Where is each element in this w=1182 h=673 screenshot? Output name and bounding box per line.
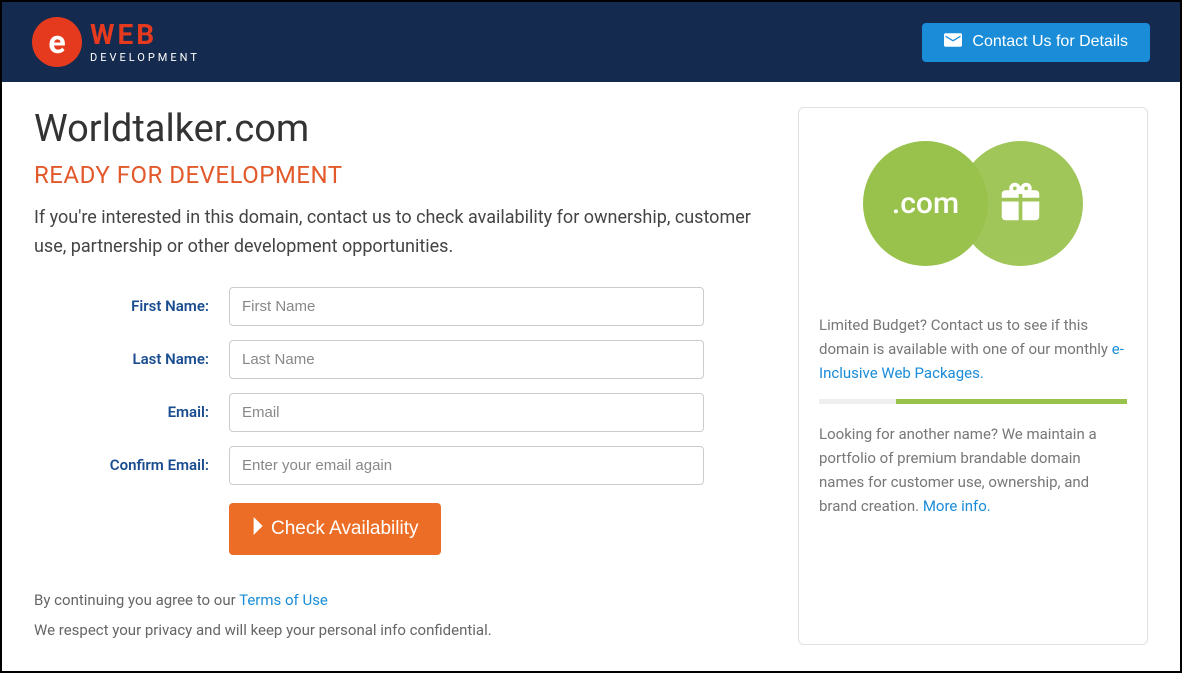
page-title: Worldtalker.com bbox=[34, 107, 768, 151]
caret-right-icon bbox=[251, 517, 263, 541]
envelope-icon bbox=[944, 33, 962, 52]
confirm-email-input[interactable] bbox=[229, 446, 704, 485]
first-name-input[interactable] bbox=[229, 287, 704, 326]
more-info-link[interactable]: More info. bbox=[923, 497, 991, 515]
gift-icon bbox=[998, 179, 1043, 228]
portfolio-text: Looking for another name? We maintain a … bbox=[819, 422, 1127, 518]
submit-label: Check Availability bbox=[271, 518, 419, 540]
confirm-email-label: Confirm Email: bbox=[34, 456, 229, 474]
intro-text: If you're interested in this domain, con… bbox=[34, 204, 768, 262]
logo[interactable]: e WEB DEVELOPMENT bbox=[32, 17, 200, 67]
venn-graphic: .com bbox=[819, 138, 1127, 268]
contact-us-button[interactable]: Contact Us for Details bbox=[922, 23, 1150, 62]
progress-bar bbox=[819, 399, 1127, 404]
terms-line: By continuing you agree to our Terms of … bbox=[34, 585, 768, 615]
privacy-line: We respect your privacy and will keep yo… bbox=[34, 615, 768, 645]
logo-dev-text: DEVELOPMENT bbox=[90, 51, 200, 64]
last-name-input[interactable] bbox=[229, 340, 704, 379]
email-input[interactable] bbox=[229, 393, 704, 432]
logo-web-text: WEB bbox=[90, 21, 200, 49]
subtitle: READY FOR DEVELOPMENT bbox=[34, 161, 768, 189]
contact-us-label: Contact Us for Details bbox=[972, 33, 1128, 51]
budget-text: Limited Budget? Contact us to see if thi… bbox=[819, 313, 1127, 385]
email-label: Email: bbox=[34, 403, 229, 421]
main-content: Worldtalker.com READY FOR DEVELOPMENT If… bbox=[34, 107, 768, 645]
progress-fill bbox=[896, 399, 1127, 404]
first-name-label: First Name: bbox=[34, 297, 229, 315]
last-name-label: Last Name: bbox=[34, 350, 229, 368]
logo-icon: e bbox=[32, 17, 82, 67]
terms-of-use-link[interactable]: Terms of Use bbox=[239, 591, 328, 609]
check-availability-button[interactable]: Check Availability bbox=[229, 503, 441, 555]
sidebar: .com Limited Budget? Contact us to see i… bbox=[798, 107, 1148, 645]
header: e WEB DEVELOPMENT Contact Us for Details bbox=[2, 2, 1180, 82]
gift-circle bbox=[958, 141, 1083, 266]
